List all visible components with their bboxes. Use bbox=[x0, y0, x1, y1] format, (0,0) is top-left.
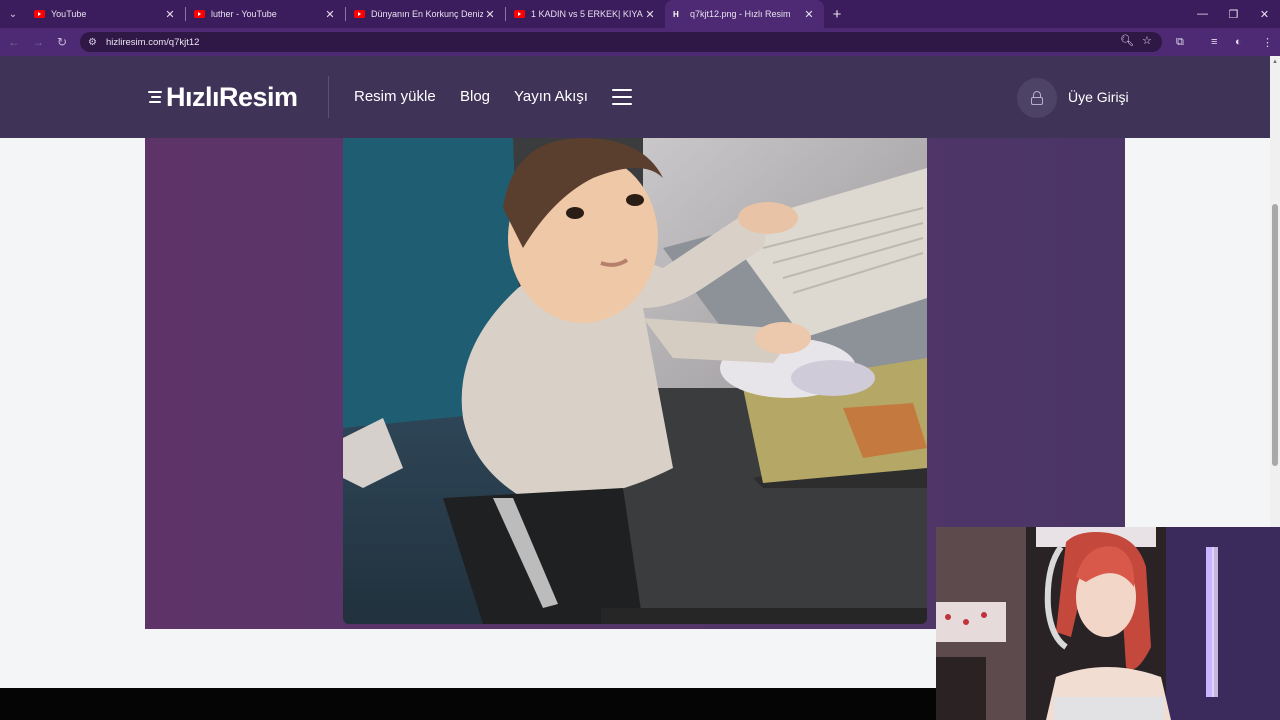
login-link[interactable]: Üye Girişi bbox=[1068, 89, 1129, 105]
site-info-icon[interactable]: ⚙ bbox=[88, 37, 102, 48]
youtube-icon bbox=[34, 10, 45, 18]
tab-title: Dünyanın En Korkunç Deniz Fe bbox=[371, 9, 483, 19]
browser-tab[interactable]: Dünyanın En Korkunç Deniz Fe ✕ bbox=[346, 0, 505, 28]
youtube-icon bbox=[514, 10, 525, 18]
nav-blog-link[interactable]: Blog bbox=[460, 88, 490, 105]
close-tab-icon[interactable]: ✕ bbox=[323, 8, 337, 21]
extensions-icon[interactable]: ⧉ bbox=[1176, 28, 1184, 56]
uploaded-photo[interactable] bbox=[343, 138, 927, 624]
new-tab-icon[interactable]: + bbox=[824, 6, 850, 23]
minimize-icon[interactable]: — bbox=[1187, 0, 1218, 28]
restore-icon[interactable]: ❐ bbox=[1218, 0, 1249, 28]
youtube-icon bbox=[354, 10, 365, 18]
close-window-icon[interactable]: ✕ bbox=[1249, 0, 1280, 28]
browser-tab[interactable]: YouTube ✕ bbox=[26, 0, 185, 28]
header-divider bbox=[328, 76, 329, 118]
browser-tabstrip: ⌄ YouTube ✕ luther - YouTube ✕ Dünyanın … bbox=[0, 0, 1280, 28]
url-text: hizliresim.com/q7kjt12 bbox=[106, 36, 200, 48]
browser-tab[interactable]: 1 KADIN vs 5 ERKEK| KIYAFETLE ✕ bbox=[506, 0, 665, 28]
site-logo[interactable]: HızlıResim bbox=[148, 80, 298, 114]
logo-text: HızlıResim bbox=[166, 81, 298, 112]
nav-feed-link[interactable]: Yayın Akışı bbox=[514, 88, 588, 105]
reload-icon[interactable]: ↻ bbox=[50, 28, 74, 56]
media-controls-icon[interactable]: ≡ bbox=[1211, 28, 1217, 56]
browser-menu-icon[interactable]: ⋮ bbox=[1262, 28, 1273, 56]
photo-illustration bbox=[343, 138, 927, 624]
webcam-illustration bbox=[936, 527, 1280, 720]
tab-title: q7kjt12.png - Hızlı Resim bbox=[690, 9, 791, 19]
youtube-icon bbox=[194, 10, 205, 18]
browser-tab[interactable]: luther - YouTube ✕ bbox=[186, 0, 345, 28]
window-controls: — ❐ ✕ bbox=[1187, 0, 1280, 28]
address-bar[interactable]: ⚙ hizliresim.com/q7kjt12 🔍︎ ☆ bbox=[80, 32, 1162, 52]
tab-title: 1 KADIN vs 5 ERKEK| KIYAFETLE bbox=[531, 9, 643, 19]
zoom-icon[interactable]: 🔍︎ bbox=[1120, 34, 1134, 47]
scroll-up-icon[interactable]: ▲ bbox=[1271, 59, 1279, 65]
speed-lines-icon bbox=[148, 88, 164, 106]
login-button[interactable] bbox=[1017, 78, 1057, 118]
forward-icon[interactable]: → bbox=[26, 28, 50, 56]
browser-tab-active[interactable]: H q7kjt12.png - Hızlı Resim ✕ bbox=[665, 0, 824, 28]
tab-search-icon[interactable]: ⌄ bbox=[0, 0, 26, 28]
back-icon[interactable]: ← bbox=[2, 28, 26, 56]
scrollbar-thumb[interactable] bbox=[1272, 204, 1278, 466]
profile-avatar[interactable]: ◐ bbox=[1235, 28, 1242, 56]
hizliresim-icon: H bbox=[673, 9, 679, 19]
webcam-overlay bbox=[936, 527, 1280, 720]
close-tab-icon[interactable]: ✕ bbox=[163, 8, 177, 21]
site-header: HızlıResim Resim yükle Blog Yayın Akışı … bbox=[0, 56, 1270, 138]
tab-title: luther - YouTube bbox=[211, 9, 277, 19]
bookmark-star-icon[interactable]: ☆ bbox=[1142, 34, 1152, 47]
hamburger-menu-icon[interactable] bbox=[612, 89, 632, 105]
lock-icon bbox=[1031, 91, 1043, 105]
close-tab-icon[interactable]: ✕ bbox=[483, 8, 497, 21]
tab-title: YouTube bbox=[51, 9, 87, 19]
nav-upload-link[interactable]: Resim yükle bbox=[354, 88, 436, 105]
close-tab-icon[interactable]: ✕ bbox=[643, 8, 657, 21]
close-tab-icon[interactable]: ✕ bbox=[802, 8, 816, 21]
